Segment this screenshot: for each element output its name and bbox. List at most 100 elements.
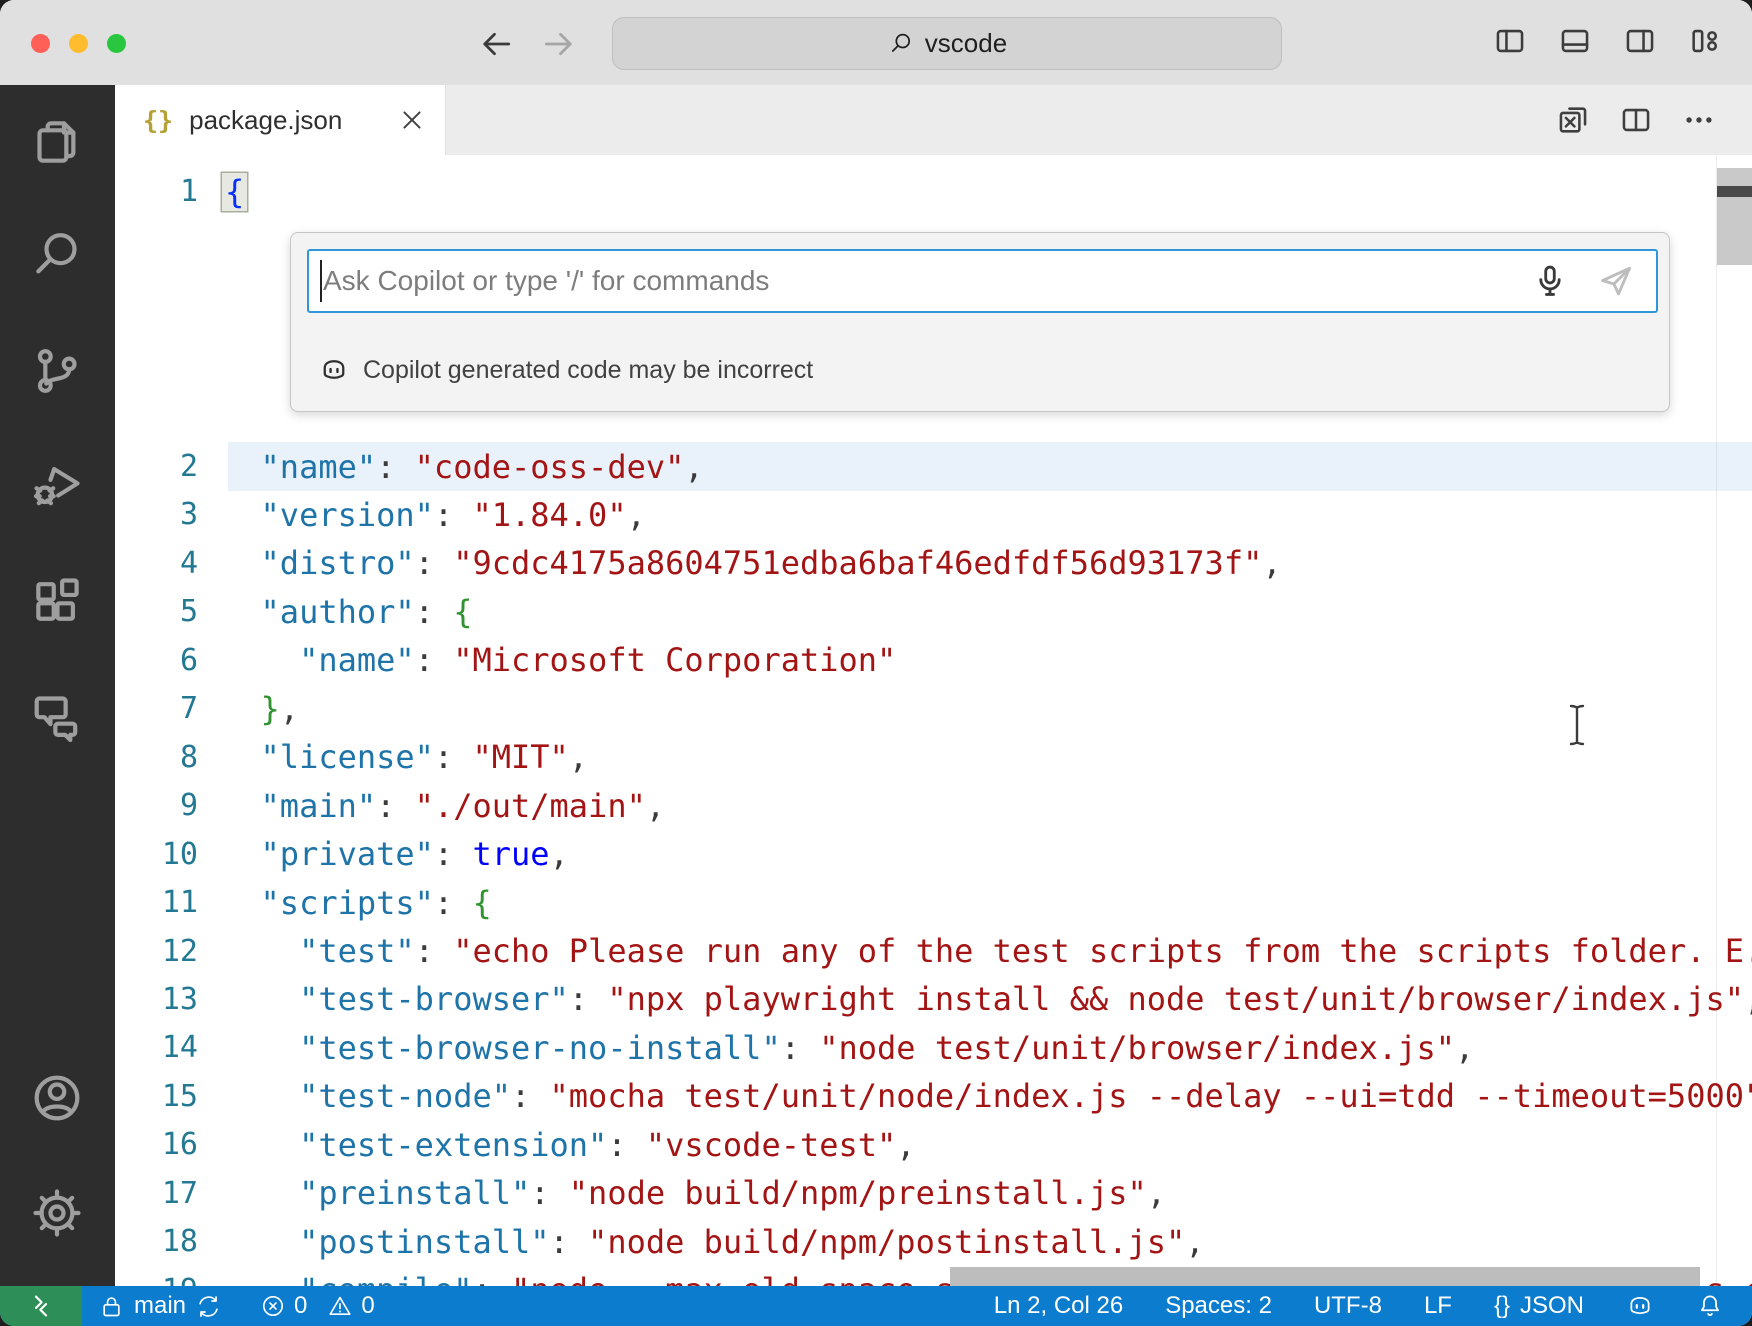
microphone-icon[interactable] <box>1531 262 1569 300</box>
line-number: 3 <box>115 497 222 532</box>
code-line[interactable]: 14 "test-browser-no-install": "node test… <box>115 1023 1752 1072</box>
line-number: 14 <box>115 1030 222 1065</box>
source-control-icon[interactable] <box>29 343 85 399</box>
copilot-inline-chat: Copilot generated code may be incorrect <box>290 232 1670 412</box>
line-number: 19 <box>115 1273 222 1286</box>
code-text: "author": { <box>222 593 472 631</box>
code-text: "test-node": "mocha test/unit/node/index… <box>222 1077 1752 1115</box>
code-line[interactable]: 15 "test-node": "mocha test/unit/node/in… <box>115 1072 1752 1121</box>
toggle-secondary-sidebar-icon[interactable] <box>1623 24 1657 58</box>
code-text: }, <box>222 690 299 728</box>
indentation[interactable]: Spaces: 2 <box>1165 1292 1272 1320</box>
code-text: "test": "echo Please run any of the test… <box>222 932 1752 970</box>
close-all-editors-icon[interactable] <box>1556 103 1590 137</box>
search-sidebar-icon[interactable] <box>29 227 85 283</box>
window-zoom-button[interactable] <box>107 34 126 53</box>
code-line[interactable]: 12 "test": "echo Please run any of the t… <box>115 927 1752 976</box>
code-line[interactable]: 17 "preinstall": "node build/npm/preinst… <box>115 1169 1752 1218</box>
run-and-debug-icon[interactable] <box>29 457 85 513</box>
code-line[interactable]: 16 "test-extension": "vscode-test", <box>115 1120 1752 1169</box>
search-icon <box>887 30 915 58</box>
code-line[interactable]: 3 "version": "1.84.0", <box>115 490 1752 539</box>
overview-ruler-cursor-mark <box>1717 186 1752 197</box>
lock-icon <box>98 1293 125 1320</box>
explorer-icon[interactable] <box>29 114 85 170</box>
vscode-window: vscode <box>0 0 1752 1326</box>
extensions-icon[interactable] <box>29 573 85 629</box>
command-center-search[interactable]: vscode <box>612 17 1282 70</box>
copilot-chat-input[interactable] <box>307 249 1658 313</box>
remote-indicator[interactable] <box>0 1286 82 1326</box>
split-editor-icon[interactable] <box>1619 103 1653 137</box>
line-number: 10 <box>115 837 222 872</box>
copilot-icon <box>319 355 349 385</box>
notifications-bell-icon[interactable] <box>1696 1292 1724 1320</box>
line-number: 5 <box>115 594 222 629</box>
problems-status-item[interactable]: 0 0 <box>260 1292 375 1320</box>
code-text: "name": "Microsoft Corporation" <box>222 641 896 679</box>
code-line[interactable]: 9 "main": "./out/main", <box>115 781 1752 830</box>
json-file-icon: {} <box>143 106 173 135</box>
code-line[interactable]: 5 "author": { <box>115 587 1752 636</box>
code-line[interactable]: 10 "private": true, <box>115 830 1752 879</box>
window-minimize-button[interactable] <box>69 34 88 53</box>
vertical-scrollbar-thumb[interactable] <box>1717 168 1752 265</box>
more-actions-icon[interactable] <box>1682 103 1716 137</box>
toggle-primary-sidebar-icon[interactable] <box>1493 24 1527 58</box>
code-line[interactable]: 8 "license": "MIT", <box>115 733 1752 782</box>
line-number: 9 <box>115 788 222 823</box>
language-braces-icon: {} <box>1494 1292 1510 1320</box>
line-number: 6 <box>115 643 222 678</box>
code-text: "license": "MIT", <box>222 738 588 776</box>
code-text: "test-browser-no-install": "node test/un… <box>222 1029 1474 1067</box>
settings-gear-icon[interactable] <box>29 1185 85 1241</box>
code-line[interactable]: 11 "scripts": { <box>115 878 1752 927</box>
line-number: 2 <box>115 449 222 484</box>
code-text: "preinstall": "node build/npm/preinstall… <box>222 1174 1166 1212</box>
sync-icon[interactable] <box>195 1293 222 1320</box>
code-line[interactable]: 1{ <box>115 167 1752 216</box>
copilot-disclaimer: Copilot generated code may be incorrect <box>363 356 813 385</box>
navigate-back-icon[interactable] <box>478 26 514 62</box>
line-number: 18 <box>115 1224 222 1259</box>
code-text: "version": "1.84.0", <box>222 496 646 534</box>
warnings-icon <box>327 1293 353 1319</box>
send-icon[interactable] <box>1597 262 1635 300</box>
text-caret <box>320 260 322 302</box>
cursor-position[interactable]: Ln 2, Col 26 <box>994 1292 1123 1320</box>
chat-icon[interactable] <box>29 688 85 744</box>
line-number: 8 <box>115 740 222 775</box>
toggle-panel-icon[interactable] <box>1558 24 1592 58</box>
code-text: "test-extension": "vscode-test", <box>222 1126 916 1164</box>
code-line[interactable]: 6 "name": "Microsoft Corporation" <box>115 636 1752 685</box>
errors-icon <box>260 1293 286 1319</box>
code-line[interactable]: 13 "test-browser": "npx playwright insta… <box>115 975 1752 1024</box>
copilot-status-icon[interactable] <box>1626 1292 1654 1320</box>
line-number: 1 <box>115 174 222 209</box>
vertical-scrollbar-track[interactable] <box>1716 155 1752 1286</box>
search-text: vscode <box>925 28 1007 59</box>
line-number: 12 <box>115 934 222 969</box>
editor-pane[interactable]: 1{2 "name": "code-oss-dev",3 "version": … <box>115 155 1752 1286</box>
code-text: "distro": "9cdc4175a8604751edba6baf46edf… <box>222 544 1282 582</box>
titlebar: vscode <box>0 0 1752 86</box>
code-line[interactable]: 7 }, <box>115 684 1752 733</box>
tab-close-icon[interactable] <box>399 107 425 133</box>
customize-layout-icon[interactable] <box>1688 24 1722 58</box>
code-line[interactable]: 4 "distro": "9cdc4175a8604751edba6baf46e… <box>115 539 1752 588</box>
horizontal-scrollbar[interactable] <box>950 1267 1700 1286</box>
code-line[interactable]: 18 "postinstall": "node build/npm/postin… <box>115 1217 1752 1266</box>
window-close-button[interactable] <box>31 34 50 53</box>
branch-status-item[interactable]: main <box>98 1292 222 1320</box>
account-icon[interactable] <box>29 1070 85 1126</box>
encoding[interactable]: UTF-8 <box>1314 1292 1382 1320</box>
line-number: 17 <box>115 1176 222 1211</box>
line-number: 15 <box>115 1079 222 1114</box>
language-mode[interactable]: {} JSON <box>1494 1292 1584 1320</box>
remote-icon <box>26 1291 56 1321</box>
eol-sequence[interactable]: LF <box>1424 1292 1452 1320</box>
navigate-forward-icon[interactable] <box>541 26 577 62</box>
tab-package-json[interactable]: {} package.json <box>115 85 446 155</box>
code-line[interactable]: 2 "name": "code-oss-dev", <box>115 442 1752 491</box>
code-text: "name": "code-oss-dev", <box>222 448 704 486</box>
